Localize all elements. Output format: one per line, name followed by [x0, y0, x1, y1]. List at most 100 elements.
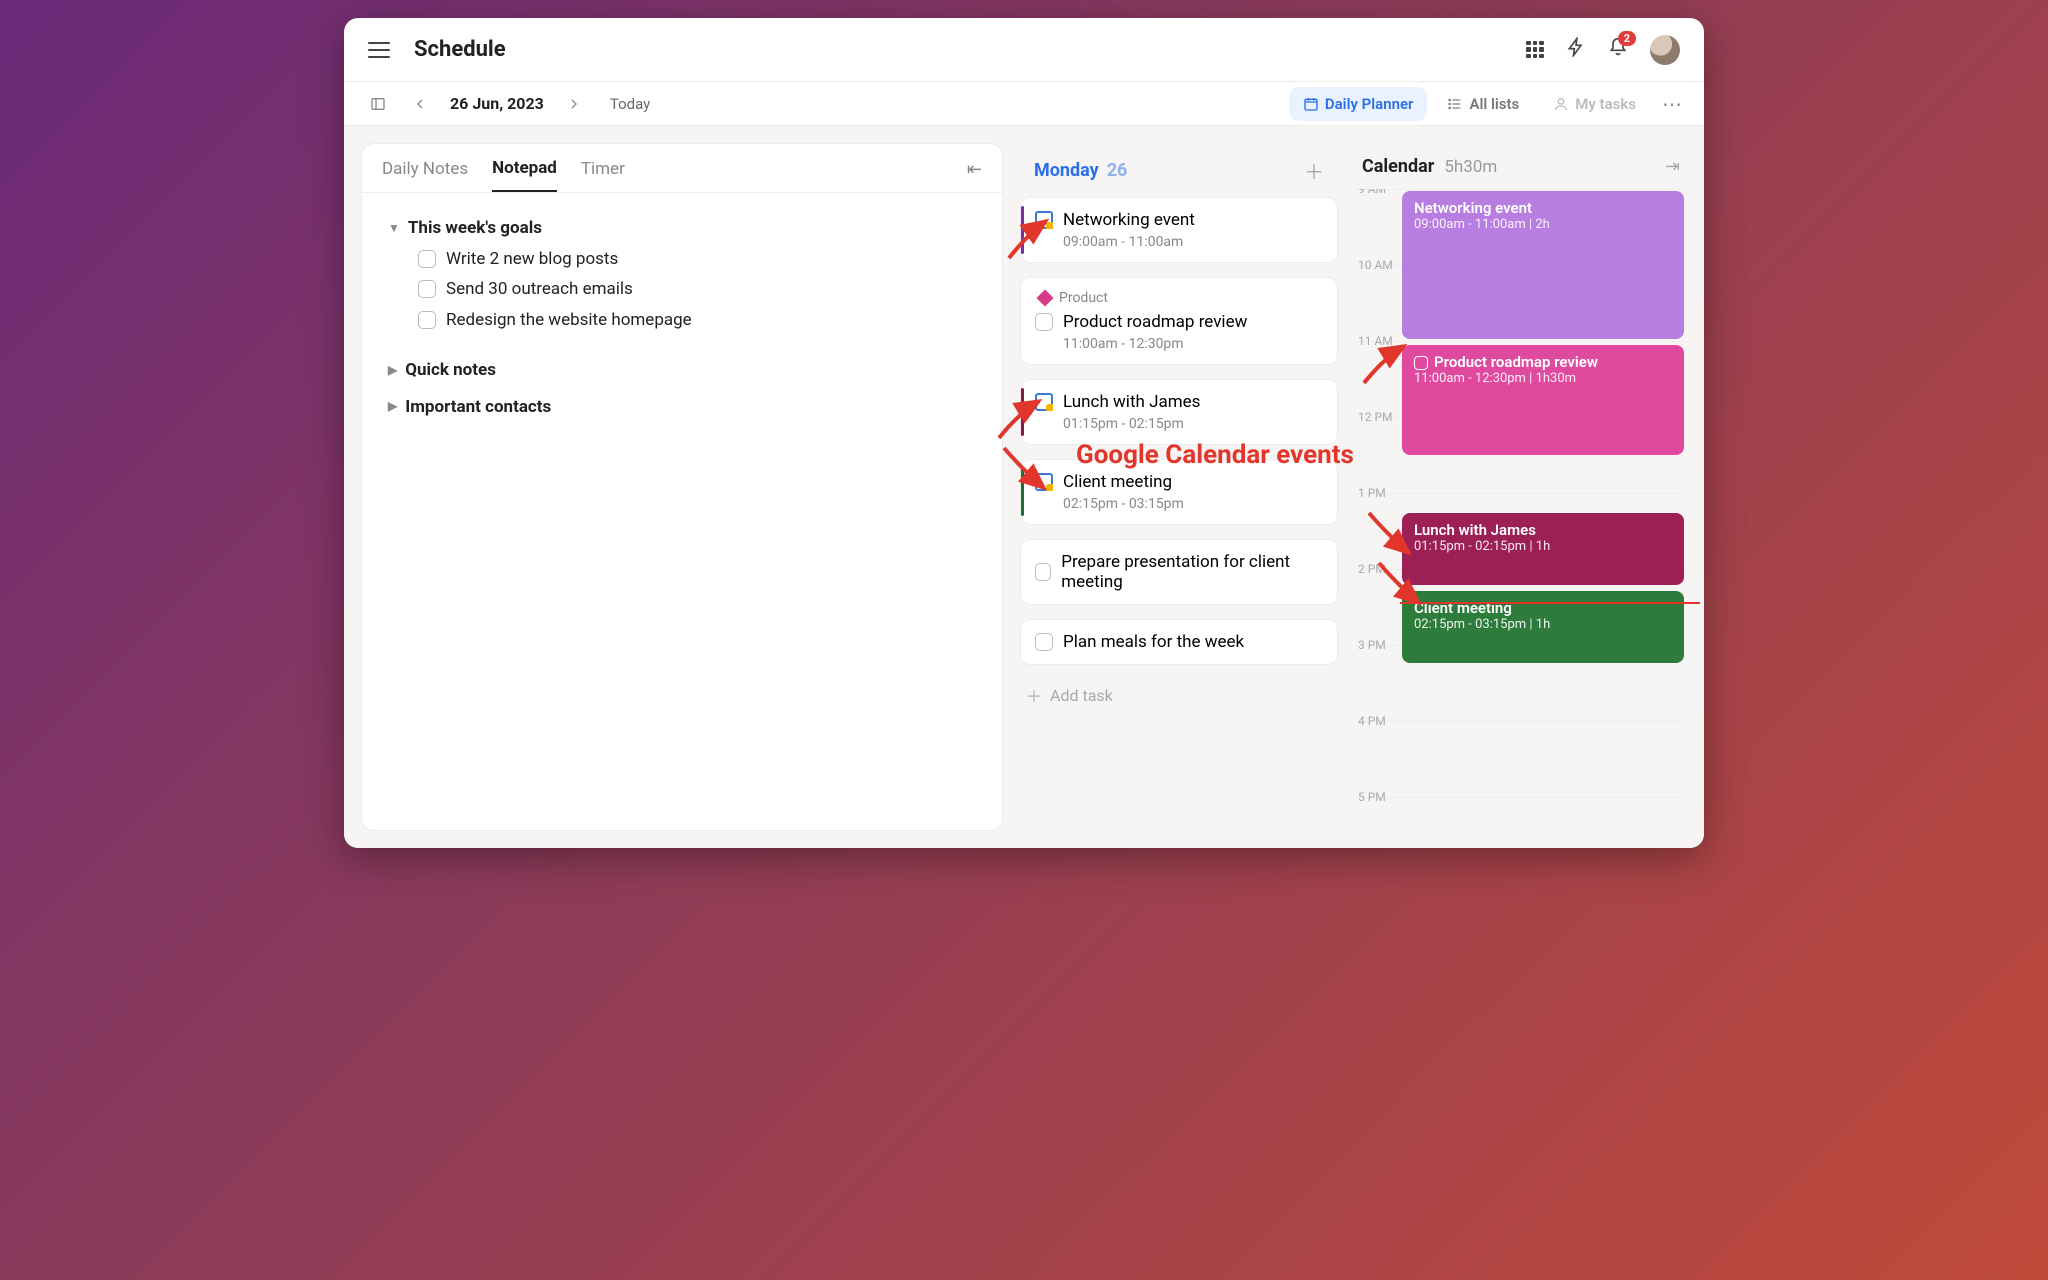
calendar-timeline[interactable]: 9 AM10 AM11 AM12 PM1 PM2 PM3 PM4 PM5 PM … — [1356, 189, 1686, 830]
hour-label: 4 PM — [1358, 714, 1386, 728]
sidebar-toggle-icon[interactable] — [360, 90, 396, 118]
hour-label: 2 PM — [1358, 562, 1386, 576]
page-title: Schedule — [414, 37, 506, 62]
goal-item[interactable]: Send 30 outreach emails — [418, 274, 976, 305]
task-time: 09:00am - 11:00am — [1063, 234, 1323, 250]
task-time: 01:15pm - 02:15pm — [1063, 416, 1323, 432]
event-subtitle: 01:15pm - 02:15pm | 1h — [1414, 539, 1672, 554]
goal-item-label: Redesign the website homepage — [446, 305, 692, 336]
notes-tabs: Daily Notes Notepad Timer ⇤ — [362, 144, 1002, 193]
tasks-panel: Monday 26 ＋ Networking event 09:00am - 1… — [1020, 144, 1338, 830]
tab-timer[interactable]: Timer — [581, 159, 625, 191]
task-card[interactable]: Prepare presentation for client meeting — [1020, 539, 1338, 605]
task-card[interactable]: Networking event 09:00am - 11:00am — [1020, 197, 1338, 263]
goal-item[interactable]: Write 2 new blog posts — [418, 244, 976, 275]
checkbox-icon[interactable] — [1035, 563, 1051, 581]
event-title: Lunch with James — [1414, 521, 1672, 539]
view-my-tasks-label: My tasks — [1575, 95, 1636, 113]
titlebar: Schedule 2 — [344, 18, 1704, 82]
tag-diamond-icon — [1037, 290, 1054, 307]
notifications-button[interactable]: 2 — [1608, 37, 1628, 62]
calendar-event[interactable]: Product roadmap review 11:00am - 12:30pm… — [1402, 345, 1684, 455]
tasks-header: Monday 26 ＋ — [1020, 144, 1338, 197]
task-title: Lunch with James — [1063, 392, 1200, 412]
collapse-panel-icon[interactable]: ⇤ — [967, 159, 982, 192]
task-title: Networking event — [1063, 210, 1195, 230]
calendar-event[interactable]: Client meeting 02:15pm - 03:15pm | 1h — [1402, 591, 1684, 663]
section-goals-title: This week's goals — [408, 213, 542, 244]
google-calendar-icon — [1035, 393, 1053, 411]
expand-panel-icon[interactable]: ⇥ — [1665, 156, 1680, 177]
checkbox-icon[interactable] — [418, 280, 436, 298]
calendar-header: Calendar 5h30m ⇥ — [1356, 144, 1686, 189]
tasks-day-name: Monday — [1034, 160, 1099, 181]
section-quick-notes-title: Quick notes — [405, 355, 496, 386]
task-card[interactable]: Product Product roadmap review 11:00am -… — [1020, 277, 1338, 365]
checkbox-icon[interactable] — [1035, 633, 1053, 651]
section-goals[interactable]: ▼ This week's goals — [388, 213, 976, 244]
event-subtitle: 11:00am - 12:30pm | 1h30m — [1414, 371, 1672, 386]
tab-daily-notes[interactable]: Daily Notes — [382, 159, 468, 191]
view-daily-planner-label: Daily Planner — [1325, 95, 1414, 113]
bolt-icon[interactable] — [1566, 37, 1586, 62]
tab-notepad[interactable]: Notepad — [492, 158, 557, 192]
event-subtitle: 02:15pm - 03:15pm | 1h — [1414, 617, 1672, 632]
view-daily-planner[interactable]: Daily Planner — [1289, 87, 1428, 121]
view-all-lists[interactable]: All lists — [1433, 87, 1533, 121]
task-title: Prepare presentation for client meeting — [1061, 552, 1323, 592]
goal-item-label: Send 30 outreach emails — [446, 274, 633, 305]
task-card[interactable]: Plan meals for the week — [1020, 619, 1338, 665]
checkbox-icon[interactable] — [1035, 313, 1053, 331]
add-task-icon[interactable]: ＋ — [1304, 156, 1324, 185]
avatar[interactable] — [1650, 35, 1680, 65]
checkbox-icon[interactable] — [418, 250, 436, 268]
section-quick-notes[interactable]: ▶ Quick notes — [388, 355, 976, 386]
task-time: 11:00am - 12:30pm — [1063, 336, 1323, 352]
current-date[interactable]: 26 Jun, 2023 — [444, 94, 550, 113]
chevron-down-icon: ▼ — [388, 218, 400, 240]
view-all-lists-label: All lists — [1469, 95, 1519, 113]
notes-body[interactable]: ▼ This week's goals Write 2 new blog pos… — [362, 193, 1002, 443]
prev-day-button[interactable] — [402, 90, 438, 118]
add-task-label: Add task — [1050, 686, 1113, 705]
hour-label: 5 PM — [1358, 790, 1386, 804]
next-day-button[interactable] — [556, 90, 592, 118]
calendar-title: Calendar — [1362, 156, 1434, 177]
hour-label: 12 PM — [1358, 410, 1393, 424]
notes-panel: Daily Notes Notepad Timer ⇤ ▼ This week'… — [362, 144, 1002, 830]
chevron-right-icon: ▶ — [388, 396, 397, 418]
task-card[interactable]: Client meeting 02:15pm - 03:15pm — [1020, 459, 1338, 525]
view-my-tasks[interactable]: My tasks — [1539, 87, 1650, 121]
hour-label: 11 AM — [1358, 334, 1393, 348]
checkbox-icon[interactable] — [418, 311, 436, 329]
calendar-event[interactable]: Networking event 09:00am - 11:00am | 2h — [1402, 191, 1684, 339]
add-task-button[interactable]: ＋ Add task — [1020, 683, 1338, 707]
goal-item-label: Write 2 new blog posts — [446, 244, 618, 275]
toolbar: 26 Jun, 2023 Today Daily Planner All lis… — [344, 82, 1704, 126]
task-title: Plan meals for the week — [1063, 632, 1244, 652]
tasks-day-number: 26 — [1107, 160, 1128, 181]
calendar-event[interactable]: Lunch with James 01:15pm - 02:15pm | 1h — [1402, 513, 1684, 585]
google-calendar-icon — [1035, 211, 1053, 229]
section-important-contacts[interactable]: ▶ Important contacts — [388, 392, 976, 423]
notification-badge: 2 — [1618, 31, 1636, 46]
hour-label: 9 AM — [1358, 189, 1386, 196]
goal-item[interactable]: Redesign the website homepage — [418, 305, 976, 336]
apps-grid-icon[interactable] — [1526, 41, 1544, 59]
checkbox-icon — [1414, 356, 1428, 370]
chevron-right-icon: ▶ — [388, 360, 397, 382]
event-title: Product roadmap review — [1434, 353, 1598, 371]
task-title: Product roadmap review — [1063, 312, 1247, 332]
section-important-contacts-title: Important contacts — [405, 392, 551, 423]
today-button[interactable]: Today — [610, 95, 650, 113]
main-surface: Daily Notes Notepad Timer ⇤ ▼ This week'… — [344, 126, 1704, 848]
google-calendar-icon — [1035, 473, 1053, 491]
task-tag: Product — [1059, 290, 1108, 306]
hour-label: 1 PM — [1358, 486, 1386, 500]
more-menu-icon[interactable]: ⋯ — [1656, 92, 1688, 116]
task-title: Client meeting — [1063, 472, 1172, 492]
event-title: Client meeting — [1414, 599, 1672, 617]
hamburger-icon[interactable] — [368, 42, 390, 58]
calendar-panel: Calendar 5h30m ⇥ 9 AM10 AM11 AM12 PM1 PM… — [1356, 144, 1686, 830]
task-card[interactable]: Lunch with James 01:15pm - 02:15pm — [1020, 379, 1338, 445]
